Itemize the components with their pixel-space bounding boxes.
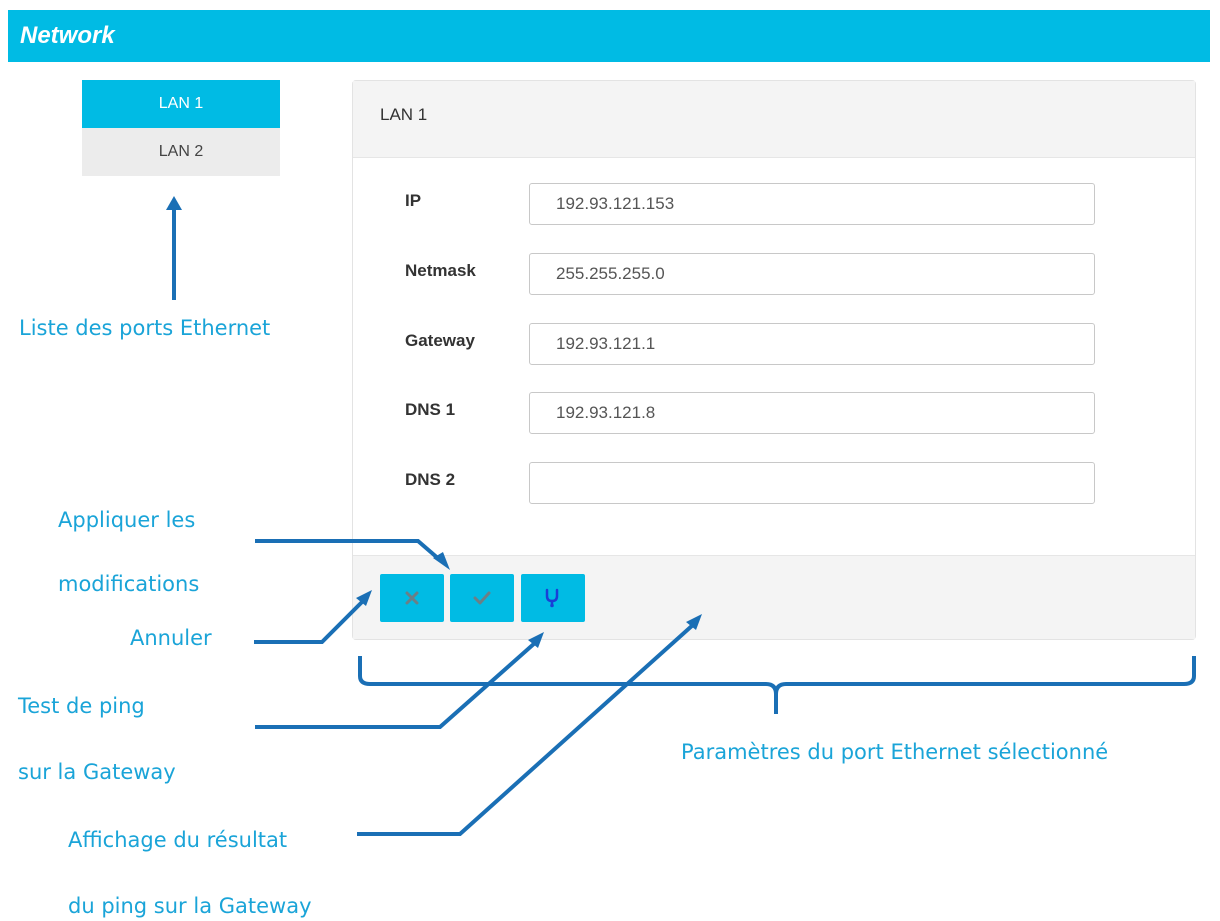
annotation-ping-line1: Test de ping: [18, 694, 145, 718]
annotation-apply-line2: modifications: [58, 572, 200, 596]
apply-arrow: [255, 539, 450, 570]
annotation-cancel: Annuler: [130, 626, 212, 650]
ping-test-arrow: [255, 632, 544, 729]
annotation-port-list: Liste des ports Ethernet: [19, 316, 271, 340]
annotation-arrows: [166, 196, 1196, 836]
port-list-arrow: [166, 196, 182, 300]
cancel-arrow: [254, 590, 372, 644]
annotation-apply-line1: Appliquer les: [58, 508, 196, 532]
annotation-result-line1: Affichage du résultat: [68, 828, 288, 852]
settings-brace: [358, 656, 1196, 714]
annotation-result-line2: du ping sur la Gateway: [68, 894, 312, 918]
annotation-ping-line2: sur la Gateway: [18, 760, 176, 784]
annotation-params: Paramètres du port Ethernet sélectionné: [681, 740, 1109, 764]
